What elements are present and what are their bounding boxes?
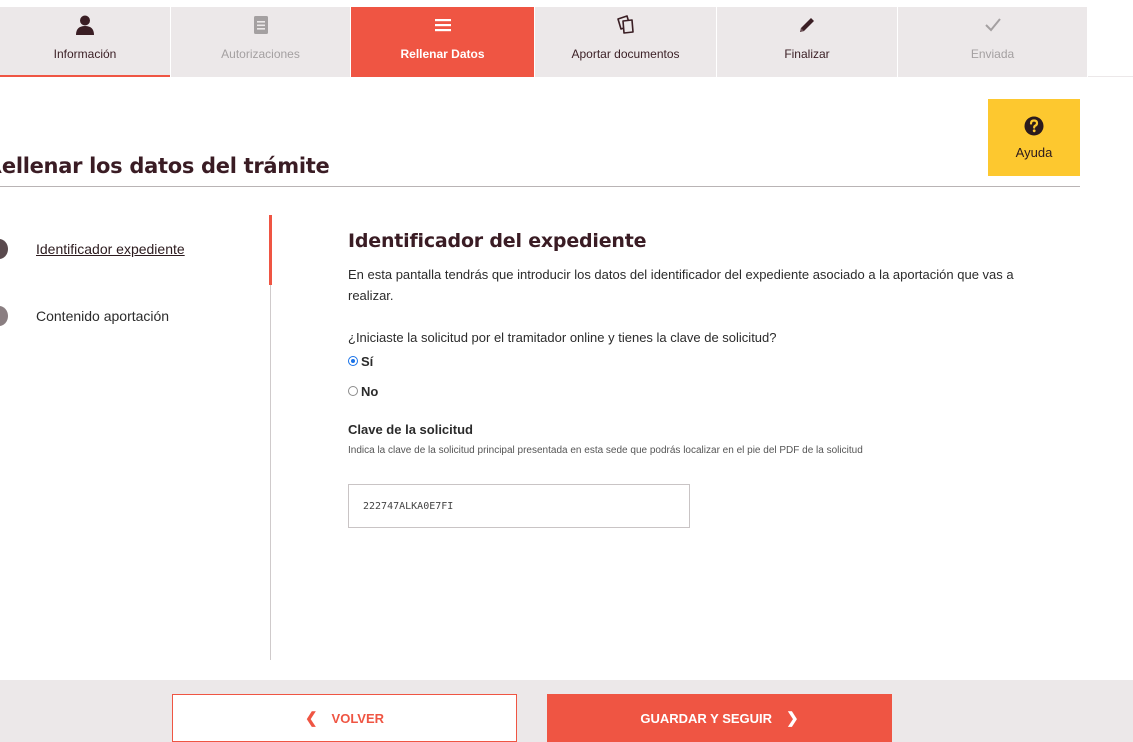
document-icon bbox=[253, 13, 269, 37]
radio-no[interactable] bbox=[348, 386, 358, 396]
radio-option-si[interactable]: Sí bbox=[348, 350, 1068, 372]
back-label: VOLVER bbox=[331, 710, 385, 726]
chevron-left-icon: ❮ bbox=[304, 710, 318, 727]
page-title: Rellenar los datos del trámite bbox=[0, 154, 330, 178]
chevron-right-icon: ❯ bbox=[786, 710, 799, 727]
nav-marker-icon bbox=[0, 239, 8, 259]
help-button[interactable]: Ayuda bbox=[988, 99, 1080, 176]
menu-icon bbox=[434, 13, 452, 37]
step-informacion[interactable]: Información bbox=[0, 7, 170, 77]
nav-item-contenido[interactable]: Contenido aportación bbox=[36, 308, 169, 324]
nav-active-indicator bbox=[269, 215, 272, 285]
clave-solicitud-input[interactable] bbox=[348, 484, 690, 528]
step-label: Finalizar bbox=[784, 47, 830, 61]
radio-label: Sí bbox=[361, 353, 374, 369]
nav-item-identificador[interactable]: Identificador expediente bbox=[36, 241, 185, 257]
step-label: Enviada bbox=[970, 47, 1015, 61]
step-aportar-documentos[interactable]: Aportar documentos bbox=[535, 7, 716, 77]
step-label: Información bbox=[53, 47, 117, 61]
step-enviada: Enviada bbox=[898, 7, 1087, 77]
person-icon bbox=[74, 13, 96, 37]
form-section: Identificador del expediente En esta pan… bbox=[348, 230, 1068, 528]
section-intro: En esta pantalla tendrás que introducir … bbox=[348, 267, 1014, 303]
documents-icon bbox=[615, 13, 637, 37]
step-label: Rellenar Datos bbox=[400, 47, 485, 61]
radio-option-no[interactable]: No bbox=[348, 380, 1068, 402]
field-label: Clave de la solicitud bbox=[348, 422, 473, 437]
nav-marker-icon bbox=[0, 306, 8, 326]
section-title: Identificador del expediente bbox=[348, 230, 647, 252]
step-finalizar[interactable]: Finalizar bbox=[717, 7, 897, 77]
radio-si[interactable] bbox=[348, 356, 358, 366]
save-continue-button[interactable]: GUARDAR Y SEGUIR ❯ bbox=[547, 694, 892, 742]
radio-group: Sí No bbox=[348, 350, 1068, 402]
step-autorizaciones: Autorizaciones bbox=[171, 7, 350, 77]
next-label: GUARDAR Y SEGUIR bbox=[640, 710, 773, 726]
pencil-icon bbox=[797, 13, 817, 37]
field-help-text: Indica la clave de la solicitud principa… bbox=[348, 445, 863, 456]
step-label: Aportar documentos bbox=[571, 47, 680, 61]
progress-stepper: Información Autorizaciones Rellenar Dato… bbox=[0, 7, 1133, 77]
question-circle-icon bbox=[1024, 116, 1044, 141]
radio-label: No bbox=[361, 383, 379, 399]
check-icon bbox=[983, 13, 1003, 37]
back-button[interactable]: ❮ VOLVER bbox=[172, 694, 517, 742]
stepper-tail bbox=[1088, 7, 1133, 77]
step-label: Autorizaciones bbox=[221, 47, 300, 61]
help-label: Ayuda bbox=[1015, 144, 1053, 160]
question-text: ¿Iniciaste la solicitud por el tramitado… bbox=[348, 330, 777, 345]
step-rellenar-datos[interactable]: Rellenar Datos bbox=[351, 7, 534, 77]
title-divider bbox=[0, 186, 1080, 187]
